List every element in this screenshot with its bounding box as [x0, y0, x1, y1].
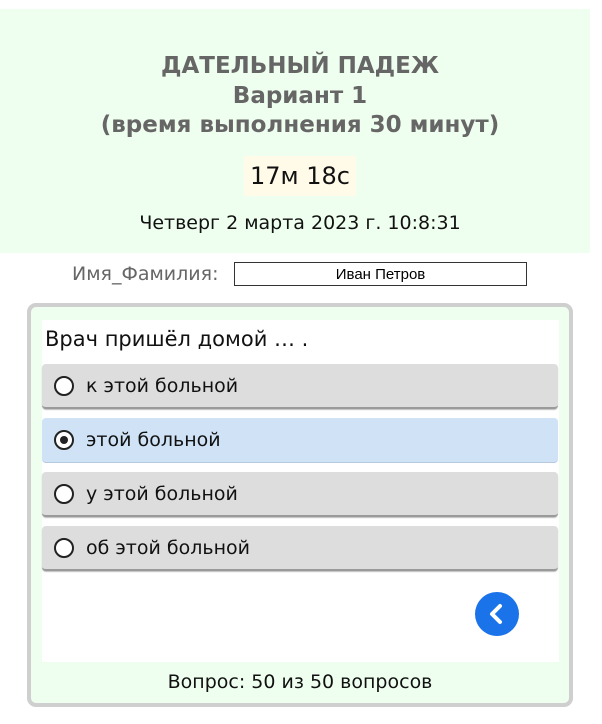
answer-option-3[interactable]: у этой больной: [42, 472, 558, 517]
name-field-label: Имя_Фамилия:: [72, 263, 219, 285]
answer-option-4[interactable]: об этой больной: [42, 526, 558, 571]
answer-option-label: этой больной: [86, 429, 221, 451]
name-input[interactable]: [234, 262, 527, 286]
answer-option-label: к этой больной: [86, 375, 239, 397]
variant-title: Вариант 1: [232, 83, 368, 109]
question-card: Врач пришёл домой … . к этой больной это…: [27, 303, 573, 707]
radio-button[interactable]: [54, 376, 74, 396]
current-datetime: Четверг 2 марта 2023 г. 10:8:31: [139, 212, 461, 234]
answer-option-label: об этой больной: [86, 537, 250, 559]
test-title: ДАТЕЛЬНЫЙ ПАДЕЖ: [160, 53, 440, 79]
duration-note: (время выполнения 30 минут): [100, 112, 500, 138]
answer-option-1[interactable]: к этой больной: [42, 364, 558, 409]
question-text: Врач пришёл домой … .: [45, 327, 309, 351]
radio-dot: [60, 436, 68, 444]
radio-button[interactable]: [54, 538, 74, 558]
question-card-body: Врач пришёл домой … . к этой больной это…: [42, 320, 559, 662]
previous-question-button[interactable]: [475, 592, 519, 636]
radio-button[interactable]: [54, 484, 74, 504]
chevron-left-icon: [490, 604, 502, 624]
answer-option-label: у этой больной: [86, 483, 238, 505]
quiz-page: ДАТЕЛЬНЫЙ ПАДЕЖ Вариант 1 (время выполне…: [0, 0, 602, 724]
question-counter: Вопрос: 50 из 50 вопросов: [167, 671, 433, 693]
countdown-timer: 17м 18с: [244, 156, 356, 196]
answer-option-2[interactable]: этой больной: [42, 418, 558, 463]
radio-button-selected[interactable]: [54, 430, 74, 450]
